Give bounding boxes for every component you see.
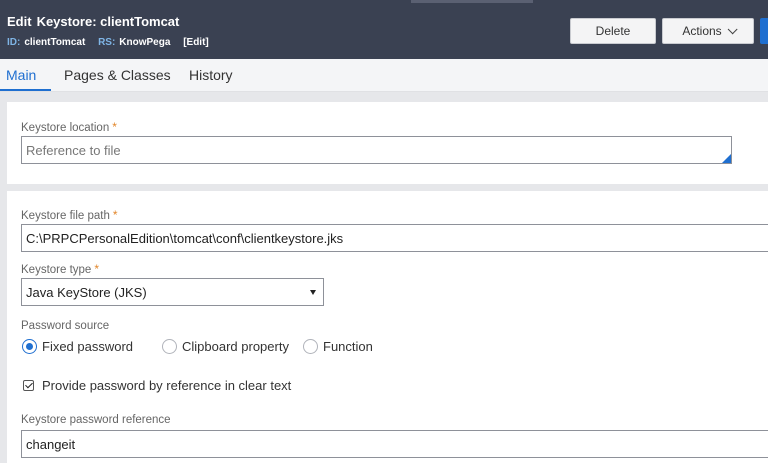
required-marker: * bbox=[94, 262, 99, 276]
rule-meta: ID: clientTomcat RS: KnowPega [Edit] bbox=[7, 37, 219, 48]
rule-header: Edit Keystore: clientTomcat ID: clientTomc… bbox=[0, 0, 768, 59]
active-tab-indicator bbox=[0, 89, 51, 91]
provide-password-checkbox-row[interactable]: Provide password by reference in clear t… bbox=[23, 378, 291, 393]
tab-main[interactable]: Main bbox=[6, 67, 36, 83]
id-label: ID: bbox=[7, 37, 21, 48]
radio-fixed-password-label: Fixed password bbox=[42, 339, 134, 354]
keystore-location-label-text: Keystore location bbox=[21, 122, 110, 134]
title-prefix: Edit bbox=[7, 14, 32, 29]
radio-selected-icon bbox=[22, 339, 37, 354]
rs-label: RS: bbox=[98, 37, 116, 48]
keystore-type-label-text: Keystore type bbox=[21, 264, 92, 276]
tab-history[interactable]: History bbox=[189, 67, 233, 83]
page-title: Edit Keystore: clientTomcat bbox=[7, 14, 179, 29]
radio-fixed-password[interactable]: Fixed password bbox=[22, 339, 133, 354]
actions-button-label: Actions bbox=[682, 24, 722, 38]
keystore-file-path-value: C:\PRPCPersonalEdition\tomcat\conf\clien… bbox=[26, 230, 344, 246]
required-marker: * bbox=[112, 120, 117, 134]
keystore-location-placeholder: Reference to file bbox=[26, 142, 121, 158]
keystore-location-input[interactable]: Reference to file bbox=[21, 136, 732, 164]
keystore-password-reference-label: Keystore password reference bbox=[21, 414, 171, 426]
header-top-indicator bbox=[411, 0, 533, 3]
id-value: clientTomcat bbox=[24, 37, 86, 48]
rs-value: KnowPega bbox=[119, 37, 171, 48]
tab-pages-classes[interactable]: Pages & Classes bbox=[64, 67, 171, 83]
keystore-type-select[interactable]: Java KeyStore (JKS) bbox=[21, 278, 324, 306]
provide-password-label: Provide password by reference in clear t… bbox=[42, 378, 292, 393]
required-marker: * bbox=[112, 208, 118, 222]
chevron-down-icon bbox=[727, 23, 738, 34]
save-button-edge[interactable] bbox=[760, 18, 768, 44]
provide-password-checkbox[interactable] bbox=[23, 380, 34, 391]
keystore-password-reference-input[interactable]: changeit bbox=[21, 430, 768, 458]
delete-button[interactable]: Delete bbox=[570, 18, 656, 44]
keystore-location-label: Keystore location * bbox=[21, 120, 117, 134]
radio-function-label: Function bbox=[323, 339, 373, 354]
keystore-file-path-label-text: Keystore file path bbox=[21, 210, 110, 222]
keystore-type-value: Java KeyStore (JKS) bbox=[26, 284, 147, 300]
tab-bar: Main Pages & Classes History bbox=[0, 59, 768, 92]
dropdown-arrow-icon bbox=[310, 289, 316, 295]
radio-clipboard-property-label: Clipboard property bbox=[182, 339, 289, 354]
keystore-password-reference-value: changeit bbox=[26, 436, 76, 452]
keystore-file-path-input[interactable]: C:\PRPCPersonalEdition\tomcat\conf\clien… bbox=[21, 224, 768, 252]
keystore-type-label: Keystore type * bbox=[21, 262, 99, 276]
delete-button-label: Delete bbox=[595, 24, 631, 38]
edit-ruleset-link[interactable]: [Edit] bbox=[183, 37, 209, 48]
radio-unselected-icon bbox=[162, 339, 177, 354]
radio-clipboard-property[interactable]: Clipboard property bbox=[162, 339, 289, 354]
password-source-label: Password source bbox=[21, 320, 110, 332]
title-text: Keystore: clientTomcat bbox=[36, 14, 180, 29]
radio-unselected-icon bbox=[303, 339, 318, 354]
actions-button[interactable]: Actions bbox=[662, 18, 754, 44]
radio-function[interactable]: Function bbox=[303, 339, 373, 354]
keystore-file-path-label: Keystore file path * bbox=[21, 208, 118, 222]
autocomplete-corner-icon bbox=[722, 154, 731, 163]
